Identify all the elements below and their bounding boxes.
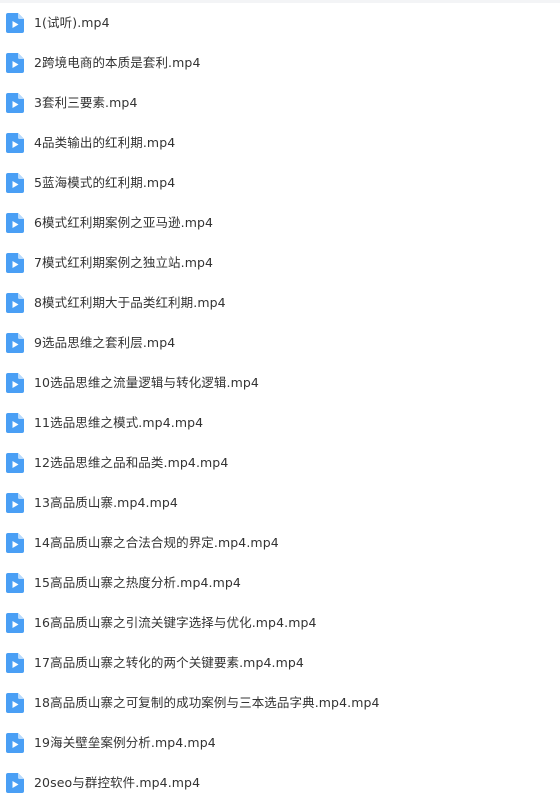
file-row[interactable]: 12选品思维之品和品类.mp4.mp4	[0, 443, 560, 483]
file-name[interactable]: 4品类输出的红利期.mp4	[34, 133, 175, 153]
video-file-icon	[6, 453, 24, 473]
video-file-icon	[6, 773, 24, 793]
file-row[interactable]: 11选品思维之模式.mp4.mp4	[0, 403, 560, 443]
file-row[interactable]: 14高品质山寨之合法合规的界定.mp4.mp4	[0, 523, 560, 563]
file-name[interactable]: 8模式红利期大于品类红利期.mp4	[34, 293, 226, 313]
video-file-icon	[6, 693, 24, 713]
file-list: 1(试听).mp4 2跨境电商的本质是套利.mp4 3套利三要素.mp4 4品类输出的…	[0, 3, 560, 803]
file-name[interactable]: 1(试听).mp4	[34, 13, 110, 33]
video-file-icon	[6, 253, 24, 273]
file-row[interactable]: 19海关壁垒案例分析.mp4.mp4	[0, 723, 560, 763]
file-name[interactable]: 20seo与群控软件.mp4.mp4	[34, 773, 200, 793]
file-row[interactable]: 7模式红利期案例之独立站.mp4	[0, 243, 560, 283]
file-name[interactable]: 3套利三要素.mp4	[34, 93, 138, 113]
video-file-icon	[6, 373, 24, 393]
file-name[interactable]: 10选品思维之流量逻辑与转化逻辑.mp4	[34, 373, 259, 393]
file-row[interactable]: 6模式红利期案例之亚马逊.mp4	[0, 203, 560, 243]
file-name[interactable]: 6模式红利期案例之亚马逊.mp4	[34, 213, 213, 233]
file-row[interactable]: 17高品质山寨之转化的两个关键要素.mp4.mp4	[0, 643, 560, 683]
file-name[interactable]: 15高品质山寨之热度分析.mp4.mp4	[34, 573, 241, 593]
file-name[interactable]: 2跨境电商的本质是套利.mp4	[34, 53, 201, 73]
file-row[interactable]: 2跨境电商的本质是套利.mp4	[0, 43, 560, 83]
video-file-icon	[6, 533, 24, 553]
video-file-icon	[6, 413, 24, 433]
video-file-icon	[6, 173, 24, 193]
video-file-icon	[6, 493, 24, 513]
file-name[interactable]: 18高品质山寨之可复制的成功案例与三本选品字典.mp4.mp4	[34, 693, 380, 713]
file-name[interactable]: 19海关壁垒案例分析.mp4.mp4	[34, 733, 216, 753]
file-row[interactable]: 15高品质山寨之热度分析.mp4.mp4	[0, 563, 560, 603]
file-row[interactable]: 16高品质山寨之引流关键字选择与优化.mp4.mp4	[0, 603, 560, 643]
file-row[interactable]: 13高品质山寨.mp4.mp4	[0, 483, 560, 523]
video-file-icon	[6, 53, 24, 73]
file-row[interactable]: 8模式红利期大于品类红利期.mp4	[0, 283, 560, 323]
file-row[interactable]: 4品类输出的红利期.mp4	[0, 123, 560, 163]
video-file-icon	[6, 573, 24, 593]
file-name[interactable]: 12选品思维之品和品类.mp4.mp4	[34, 453, 228, 473]
file-row[interactable]: 5蓝海模式的红利期.mp4	[0, 163, 560, 203]
file-row[interactable]: 3套利三要素.mp4	[0, 83, 560, 123]
file-name[interactable]: 7模式红利期案例之独立站.mp4	[34, 253, 213, 273]
file-name[interactable]: 14高品质山寨之合法合规的界定.mp4.mp4	[34, 533, 279, 553]
file-name[interactable]: 16高品质山寨之引流关键字选择与优化.mp4.mp4	[34, 613, 317, 633]
file-row[interactable]: 20seo与群控软件.mp4.mp4	[0, 763, 560, 803]
file-name[interactable]: 11选品思维之模式.mp4.mp4	[34, 413, 203, 433]
video-file-icon	[6, 13, 24, 33]
file-row[interactable]: 1(试听).mp4	[0, 3, 560, 43]
file-name[interactable]: 9选品思维之套利层.mp4	[34, 333, 175, 353]
file-row[interactable]: 18高品质山寨之可复制的成功案例与三本选品字典.mp4.mp4	[0, 683, 560, 723]
video-file-icon	[6, 333, 24, 353]
file-name[interactable]: 13高品质山寨.mp4.mp4	[34, 493, 178, 513]
file-row[interactable]: 9选品思维之套利层.mp4	[0, 323, 560, 363]
video-file-icon	[6, 653, 24, 673]
video-file-icon	[6, 93, 24, 113]
file-name[interactable]: 17高品质山寨之转化的两个关键要素.mp4.mp4	[34, 653, 304, 673]
file-row[interactable]: 10选品思维之流量逻辑与转化逻辑.mp4	[0, 363, 560, 403]
video-file-icon	[6, 613, 24, 633]
video-file-icon	[6, 133, 24, 153]
video-file-icon	[6, 733, 24, 753]
file-name[interactable]: 5蓝海模式的红利期.mp4	[34, 173, 175, 193]
video-file-icon	[6, 293, 24, 313]
video-file-icon	[6, 213, 24, 233]
